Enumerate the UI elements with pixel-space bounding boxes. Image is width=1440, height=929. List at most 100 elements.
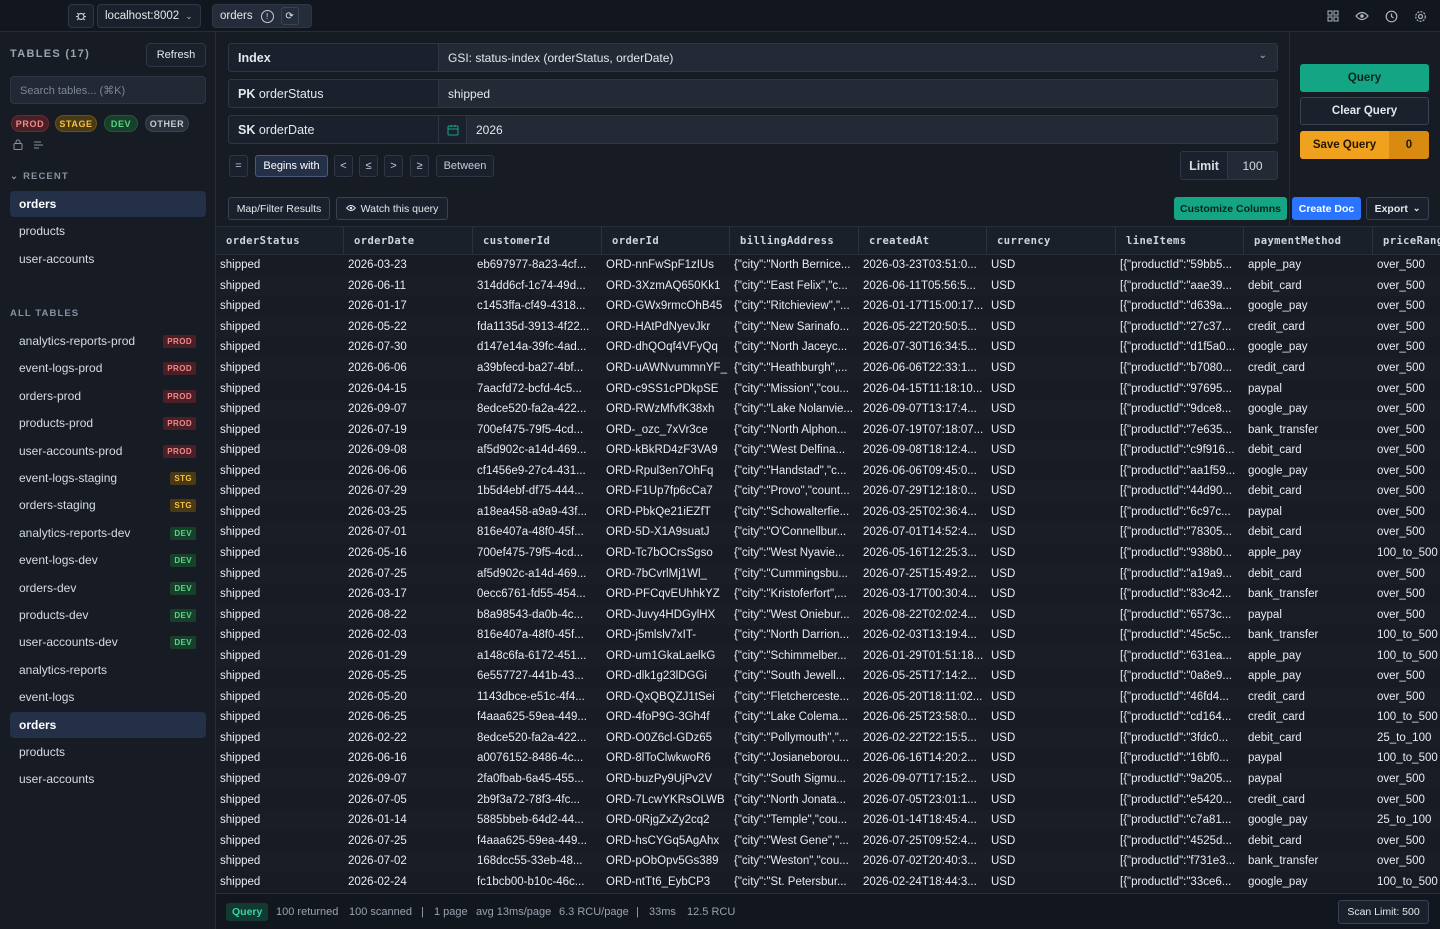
recent-item-products[interactable]: products [10,218,206,244]
table-row[interactable]: shipped 2026-01-29 a148c6fa-6172-451... ORD… [216,645,1440,666]
cell-createdAt[interactable]: 2026-08-22T02:02:4... [859,604,987,625]
cell-orderStatus[interactable]: shipped [216,296,344,317]
cell-orderDate[interactable]: 2026-07-25 [344,563,473,584]
cell-paymentMethod[interactable]: bank_transfer [1244,419,1373,440]
cell-priceRange[interactable]: over_500 [1373,830,1440,851]
cell-orderDate[interactable]: 2026-01-17 [344,296,473,317]
cell-billingAddress[interactable]: {"city":"Weston","cou... [730,851,859,872]
cell-orderStatus[interactable]: shipped [216,645,344,666]
table-row[interactable]: shipped 2026-05-20 1143dbce-e51c-4f4... ORD… [216,686,1440,708]
cell-orderId[interactable]: ORD-5D-X1A9suatJ [602,522,730,543]
cell-currency[interactable]: USD [987,481,1116,502]
cell-priceRange[interactable]: over_500 [1373,769,1440,790]
cell-lineItems[interactable]: [{"productId":"a19a9... [1116,563,1244,584]
cell-customerId[interactable]: 2fa0fbab-6a45-455... [473,769,602,790]
refresh-icon[interactable]: ⟳ [280,7,299,25]
cell-lineItems[interactable]: [{"productId":"16bf0... [1116,748,1244,769]
cell-customerId[interactable]: 168dcc55-33eb-48... [473,851,602,872]
cell-paymentMethod[interactable]: debit_card [1244,481,1373,502]
cell-customerId[interactable]: d147e14a-39fc-4ad... [473,337,602,358]
cell-paymentMethod[interactable]: google_pay [1244,296,1373,317]
cell-orderStatus[interactable]: shipped [216,584,344,605]
cell-orderDate[interactable]: 2026-07-02 [344,851,473,872]
cell-orderStatus[interactable]: shipped [216,687,344,708]
cell-currency[interactable]: USD [987,707,1116,728]
sidebar-item-orders-dev[interactable]: orders-dev DEV [10,575,206,601]
table-row[interactable]: shipped 2026-03-25 a18ea458-a9a9-43f... ORD… [216,502,1440,523]
cell-createdAt[interactable]: 2026-07-05T23:01:1... [859,789,987,810]
cell-orderDate[interactable]: 2026-08-22 [344,604,473,625]
limit-input[interactable]: 100 [1228,152,1277,179]
cell-orderDate[interactable]: 2026-06-16 [344,748,473,769]
cell-currency[interactable]: USD [987,789,1116,810]
cell-paymentMethod[interactable]: google_pay [1244,399,1373,420]
cell-priceRange[interactable]: over_500 [1373,584,1440,605]
cell-orderId[interactable]: ORD-HAtPdNyevJkr [602,317,730,338]
table-row[interactable]: shipped 2026-09-07 2fa0fbab-6a45-455... ORD… [216,768,1440,790]
cell-orderId[interactable]: ORD-pObOpv5Gs389 [602,851,730,872]
cell-createdAt[interactable]: 2026-03-23T03:51:0... [859,255,987,276]
table-row[interactable]: shipped 2026-06-06 a39bfecd-ba27-4bf... ORD… [216,357,1440,379]
cell-orderId[interactable]: ORD-4foP9G-3Gh4f [602,707,730,728]
cell-paymentMethod[interactable]: bank_transfer [1244,584,1373,605]
sidebar-item-products-prod[interactable]: products-prod PROD [10,410,206,436]
table-row[interactable]: shipped 2026-09-08 af5d902c-a14d-469... ORD… [216,439,1440,461]
cell-customerId[interactable]: fc1bcb00-b10c-46c... [473,872,602,893]
sidebar-item-event-logs-staging[interactable]: event-logs-staging STG [10,465,206,491]
cell-priceRange[interactable]: 25_to_100 [1373,810,1440,831]
cell-orderDate[interactable]: 2026-09-08 [344,440,473,461]
cell-orderStatus[interactable]: shipped [216,604,344,625]
table-row[interactable]: shipped 2026-03-17 0ecc6761-fd55-454... ORD… [216,584,1440,605]
pk-input[interactable]: shipped [439,80,1277,107]
cell-orderDate[interactable]: 2026-07-30 [344,337,473,358]
cell-orderStatus[interactable]: shipped [216,337,344,358]
cell-orderId[interactable]: ORD-GWx9rmcOhB45 [602,296,730,317]
cell-paymentMethod[interactable]: debit_card [1244,276,1373,297]
sidebar-item-user-accounts-dev[interactable]: user-accounts-dev DEV [10,629,206,655]
cell-orderDate[interactable]: 2026-05-22 [344,317,473,338]
cell-currency[interactable]: USD [987,584,1116,605]
cell-orderStatus[interactable]: shipped [216,810,344,831]
cell-priceRange[interactable]: over_500 [1373,255,1440,276]
cell-currency[interactable]: USD [987,687,1116,708]
cell-currency[interactable]: USD [987,419,1116,440]
cell-billingAddress[interactable]: {"city":"Josianeborou... [730,748,859,769]
table-row[interactable]: shipped 2026-07-29 1b5d4ebf-df75-444... ORD… [216,481,1440,502]
cell-customerId[interactable]: c1453ffa-cf49-4318... [473,296,602,317]
cell-createdAt[interactable]: 2026-06-11T05:56:5... [859,276,987,297]
op-between[interactable]: Between [436,155,494,177]
cell-priceRange[interactable]: over_500 [1373,337,1440,358]
column-header-currency[interactable]: currency [987,227,1116,254]
table-row[interactable]: shipped 2026-06-06 cf1456e9-27c4-431... ORD… [216,461,1440,482]
cell-orderStatus[interactable]: shipped [216,378,344,399]
filter-dev[interactable]: DEV [104,115,138,132]
cell-orderDate[interactable]: 2026-01-14 [344,810,473,831]
cell-currency[interactable]: USD [987,358,1116,379]
cell-orderDate[interactable]: 2026-07-01 [344,522,473,543]
cell-lineItems[interactable]: [{"productId":"44d90... [1116,481,1244,502]
cell-priceRange[interactable]: over_500 [1373,502,1440,523]
cell-createdAt[interactable]: 2026-01-17T15:00:17... [859,296,987,317]
cell-paymentMethod[interactable]: credit_card [1244,687,1373,708]
cell-billingAddress[interactable]: {"city":"Schowalterfie... [730,502,859,523]
table-row[interactable]: shipped 2026-07-05 2b9f3a72-78f3-4fc... ORD… [216,789,1440,810]
cell-createdAt[interactable]: 2026-02-22T22:15:5... [859,728,987,749]
cell-orderDate[interactable]: 2026-05-20 [344,687,473,708]
cell-currency[interactable]: USD [987,748,1116,769]
cell-orderId[interactable]: ORD-PbkQe21iEZfT [602,502,730,523]
cell-customerId[interactable]: cf1456e9-27c4-431... [473,461,602,482]
cell-createdAt[interactable]: 2026-09-07T17:15:2... [859,769,987,790]
table-row[interactable]: shipped 2026-02-24 fc1bcb00-b10c-46c... ORD… [216,872,1440,893]
cell-lineItems[interactable]: [{"productId":"9a205... [1116,769,1244,790]
customize-columns-button[interactable]: Customize Columns [1174,197,1287,220]
cell-orderId[interactable]: ORD-dlk1g23lDGGi [602,666,730,687]
cell-paymentMethod[interactable]: apple_pay [1244,645,1373,666]
cell-orderStatus[interactable]: shipped [216,748,344,769]
cell-currency[interactable]: USD [987,440,1116,461]
table-row[interactable]: shipped 2026-07-02 168dcc55-33eb-48... ORD-… [216,850,1440,872]
cell-orderId[interactable]: ORD-Tc7bOCrsSgso [602,543,730,564]
cell-orderDate[interactable]: 2026-02-03 [344,625,473,646]
cell-paymentMethod[interactable]: debit_card [1244,728,1373,749]
cell-paymentMethod[interactable]: google_pay [1244,872,1373,893]
cell-orderDate[interactable]: 2026-05-16 [344,543,473,564]
